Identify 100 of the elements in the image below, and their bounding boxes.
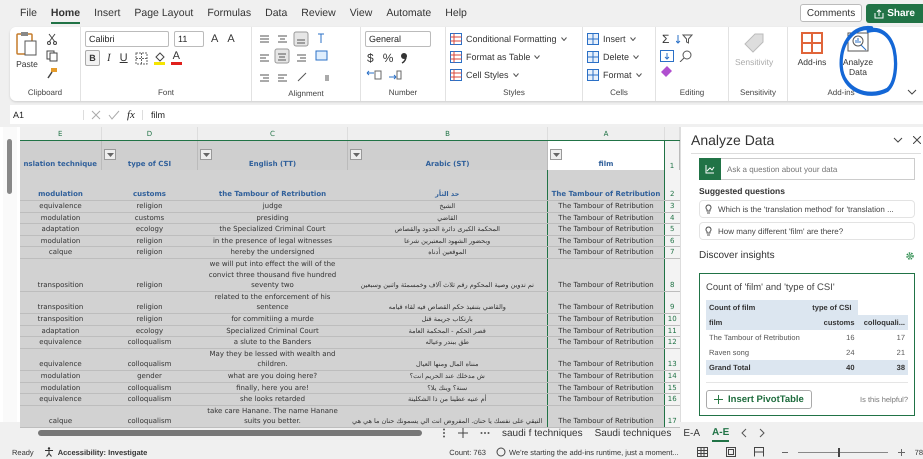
caret-icon: [552, 152, 560, 156]
filter-button[interactable]: [550, 149, 562, 160]
menu-tab[interactable]: File: [20, 3, 37, 24]
accessibility-icon: [44, 447, 54, 457]
tag-icon: [742, 31, 766, 55]
number-format-dropdown[interactable]: General: [365, 31, 431, 47]
filter-button[interactable]: [200, 149, 212, 160]
chart-icon: [705, 164, 715, 174]
styles-button[interactable]: Format as Table: [450, 49, 540, 64]
check-icon[interactable]: [108, 110, 120, 120]
copy-icon[interactable]: [46, 50, 58, 62]
next-icon[interactable]: [759, 428, 766, 438]
underline-button[interactable]: U: [118, 50, 130, 66]
comma-style-icon[interactable]: [400, 52, 408, 64]
sheet-tab[interactable]: A-E: [712, 424, 730, 442]
add-sheet-icon[interactable]: [458, 428, 468, 438]
sheet-tab[interactable]: saudi f techniques: [502, 426, 583, 440]
scissors-icon[interactable]: [46, 33, 58, 45]
card-title: Count of 'film' and 'type of CSI': [706, 282, 836, 293]
clipboard-icon: [16, 31, 38, 57]
plus-icon: [714, 395, 723, 404]
currency-button[interactable]: $: [365, 50, 376, 66]
addin-button[interactable]: Analyze Data: [838, 31, 878, 77]
fill-down-icon[interactable]: [660, 50, 674, 62]
caret-icon: [534, 54, 540, 58]
question-field[interactable]: Ask a question about your data: [721, 158, 915, 180]
page-break-icon[interactable]: [754, 447, 764, 457]
bold-button[interactable]: B: [85, 50, 100, 66]
caret-icon: [106, 152, 114, 156]
menu-tab[interactable]: Automate: [386, 3, 432, 24]
menu-tab[interactable]: View: [350, 3, 372, 24]
cells-button[interactable]: Delete: [587, 49, 640, 64]
menu-tab[interactable]: Home: [50, 3, 80, 24]
shrink-font-button[interactable]: A: [225, 31, 237, 47]
sort-filter-icon[interactable]: [676, 33, 694, 45]
italic-button[interactable]: I: [105, 50, 113, 66]
zoom-in-icon[interactable]: [898, 448, 905, 456]
font-family-dropdown[interactable]: Calibri: [85, 31, 169, 47]
group-label: Clipboard: [26, 88, 64, 99]
styles-button[interactable]: Cell Styles: [450, 67, 519, 82]
previous-icon[interactable]: [741, 428, 748, 438]
section-heading: Suggested questions: [699, 186, 786, 196]
lightbulb-icon: [705, 226, 712, 236]
menu-tab[interactable]: Formulas: [207, 3, 252, 24]
group-label: Font: [156, 88, 175, 99]
autosum-button[interactable]: Σ: [660, 31, 672, 47]
more-icon[interactable]: [442, 428, 446, 438]
styles-button[interactable]: Conditional Formatting: [450, 31, 567, 46]
borders-icon[interactable]: [134, 52, 148, 64]
menu-tab[interactable]: Data: [265, 3, 288, 24]
paste-button[interactable]: Paste: [14, 31, 40, 69]
sheet-tab[interactable]: E-A: [683, 426, 700, 440]
caret-icon: [630, 36, 636, 40]
grid-icon: [587, 32, 599, 44]
percent-button[interactable]: %: [380, 50, 396, 66]
more-icon[interactable]: [480, 431, 490, 435]
eraser-icon[interactable]: [660, 65, 674, 77]
cells-button[interactable]: Insert: [587, 31, 636, 46]
sheet-tab[interactable]: Saudi techniques: [594, 426, 672, 440]
caret-icon: [636, 72, 642, 76]
comments-button[interactable]: Comments: [800, 4, 862, 22]
cells-button[interactable]: Format: [587, 67, 642, 82]
menu-tab[interactable]: Review: [301, 3, 336, 24]
font-size-dropdown[interactable]: 11: [174, 31, 204, 47]
vertical-scrollbar[interactable]: [3, 127, 16, 422]
filter-button[interactable]: [350, 149, 362, 160]
paintbrush-icon[interactable]: [46, 67, 58, 79]
font-color-button[interactable]: A: [170, 51, 182, 65]
gear-icon[interactable]: [905, 250, 915, 260]
normal-view-icon[interactable]: [696, 447, 708, 457]
caret-icon: [633, 54, 640, 58]
group-label: Number: [388, 88, 418, 99]
menu-tab[interactable]: Help: [445, 3, 467, 24]
page-layout-icon[interactable]: [726, 447, 736, 457]
chevron-icon[interactable]: [907, 89, 917, 95]
suggested-question[interactable]: How many different 'film' are there?: [699, 222, 915, 240]
search-icon[interactable]: [679, 50, 693, 62]
menu-tab[interactable]: Insert: [94, 3, 120, 24]
caret-icon: [202, 152, 210, 156]
filter-button[interactable]: [104, 149, 116, 160]
close-icon[interactable]: [913, 136, 921, 144]
menu-tab[interactable]: Page Layout: [134, 3, 194, 24]
name-box[interactable]: A1: [10, 110, 84, 120]
grow-font-button[interactable]: A: [209, 31, 220, 47]
fill-color-icon[interactable]: [152, 51, 166, 65]
addin-button[interactable]: Add-ins: [792, 31, 832, 67]
share-button[interactable]: Share: [866, 4, 923, 23]
pane-title: Analyze Data: [691, 132, 776, 148]
caret-icon: [352, 152, 360, 156]
grid-icon: [587, 68, 599, 80]
suggested-question[interactable]: Which is the 'translation method' for 'translation ...: [699, 200, 915, 218]
grid-icon: [587, 50, 599, 62]
table-icon: [450, 32, 462, 44]
formula-field[interactable]: film: [142, 110, 923, 120]
chevron-icon[interactable]: [893, 137, 903, 143]
decimal-places-icon[interactable]: [365, 69, 403, 81]
group-label: Alignment: [287, 89, 325, 100]
insert-pivottable-button[interactable]: Insert PivotTable: [706, 390, 812, 409]
function-button[interactable]: fx: [127, 108, 135, 120]
lightbulb-icon: [705, 204, 712, 214]
